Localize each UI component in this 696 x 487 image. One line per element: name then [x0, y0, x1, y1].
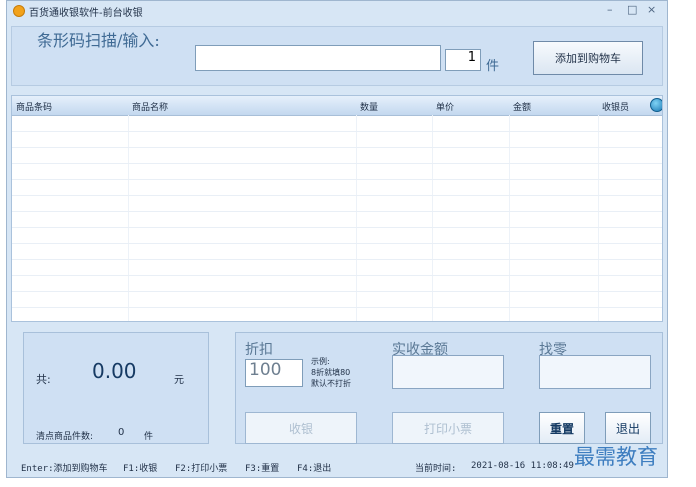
barcode-input[interactable] [195, 45, 441, 71]
row-divider [12, 275, 662, 276]
row-divider [12, 307, 662, 308]
add-to-cart-button[interactable]: 添加到购物车 [533, 41, 643, 75]
shortcut-enter: Enter:添加到购物车 [21, 464, 108, 474]
table-header: 商品条码 商品名称 数量 单价 金额 收银员 [12, 96, 662, 116]
header-product-name[interactable]: 商品名称 [132, 100, 168, 113]
header-barcode[interactable]: 商品条码 [16, 100, 52, 113]
total-unit: 元 [174, 375, 184, 386]
item-count-unit: 件 [144, 432, 154, 442]
row-divider [12, 291, 662, 292]
shortcut-f3: F3:重置 [245, 464, 280, 474]
row-divider [12, 211, 662, 212]
current-time-label: 当前时间: [415, 464, 457, 474]
item-count-value: 0 [118, 427, 125, 438]
received-amount-input[interactable] [392, 355, 504, 389]
header-amount[interactable]: 金额 [513, 100, 531, 113]
total-summary-panel: 共: 0.00 元 清点商品件数: 0 件 [23, 332, 209, 444]
cart-table[interactable]: 商品条码 商品名称 数量 单价 金额 收银员 [11, 95, 663, 322]
checkout-button[interactable]: 收银 [245, 412, 357, 444]
change-input[interactable] [539, 355, 651, 389]
header-unit-price[interactable]: 单价 [436, 100, 454, 113]
refresh-icon[interactable] [650, 98, 662, 112]
reset-button[interactable]: 重置 [539, 412, 585, 444]
discount-label: 折扣 [245, 342, 273, 358]
maximize-button[interactable]: □ [627, 3, 637, 16]
discount-hint-line: 默认不打折 [311, 379, 351, 388]
header-cashier[interactable]: 收银员 [602, 100, 629, 113]
shortcut-f4: F4:退出 [297, 464, 332, 474]
table-body [12, 115, 662, 321]
print-receipt-button[interactable]: 打印小票 [392, 412, 504, 444]
row-divider [12, 147, 662, 148]
row-divider [12, 227, 662, 228]
payment-panel: 折扣 100 示例: 8折就填80 默认不打折 实收金额 找零 收银 打印小票 … [235, 332, 663, 444]
pos-window: 百货通收银软件-前台收银 – □ × 条形码扫描/输入: 1 件 添加到购物车 … [6, 0, 668, 478]
watermark-logo: 最需教育 [574, 445, 658, 469]
title-bar: 百货通收银软件-前台收银 – □ × [7, 1, 667, 23]
total-amount: 0.00 [92, 359, 137, 383]
row-divider [12, 195, 662, 196]
window-title: 百货通收银软件-前台收银 [29, 8, 143, 19]
quantity-input[interactable]: 1 [445, 49, 481, 71]
header-quantity[interactable]: 数量 [360, 100, 378, 113]
discount-hint-line: 8折就填80 [311, 368, 351, 377]
total-label: 共: [36, 373, 51, 386]
app-logo-icon [13, 5, 25, 17]
current-time-value: 2021-08-16 11:08:49 [471, 461, 574, 471]
barcode-label: 条形码扫描/输入: [37, 31, 160, 50]
discount-hint-line: 示例: [311, 357, 330, 366]
row-divider [12, 179, 662, 180]
exit-button[interactable]: 退出 [605, 412, 651, 444]
shortcut-f1: F1:收银 [123, 464, 158, 474]
quantity-unit: 件 [486, 59, 500, 74]
item-count-label: 清点商品件数: [36, 432, 94, 442]
close-button[interactable]: × [647, 3, 656, 16]
row-divider [12, 163, 662, 164]
row-divider [12, 243, 662, 244]
row-divider [12, 259, 662, 260]
minimize-button[interactable]: – [607, 3, 613, 16]
shortcut-f2: F2:打印小票 [175, 464, 228, 474]
row-divider [12, 131, 662, 132]
discount-input[interactable]: 100 [245, 359, 303, 387]
